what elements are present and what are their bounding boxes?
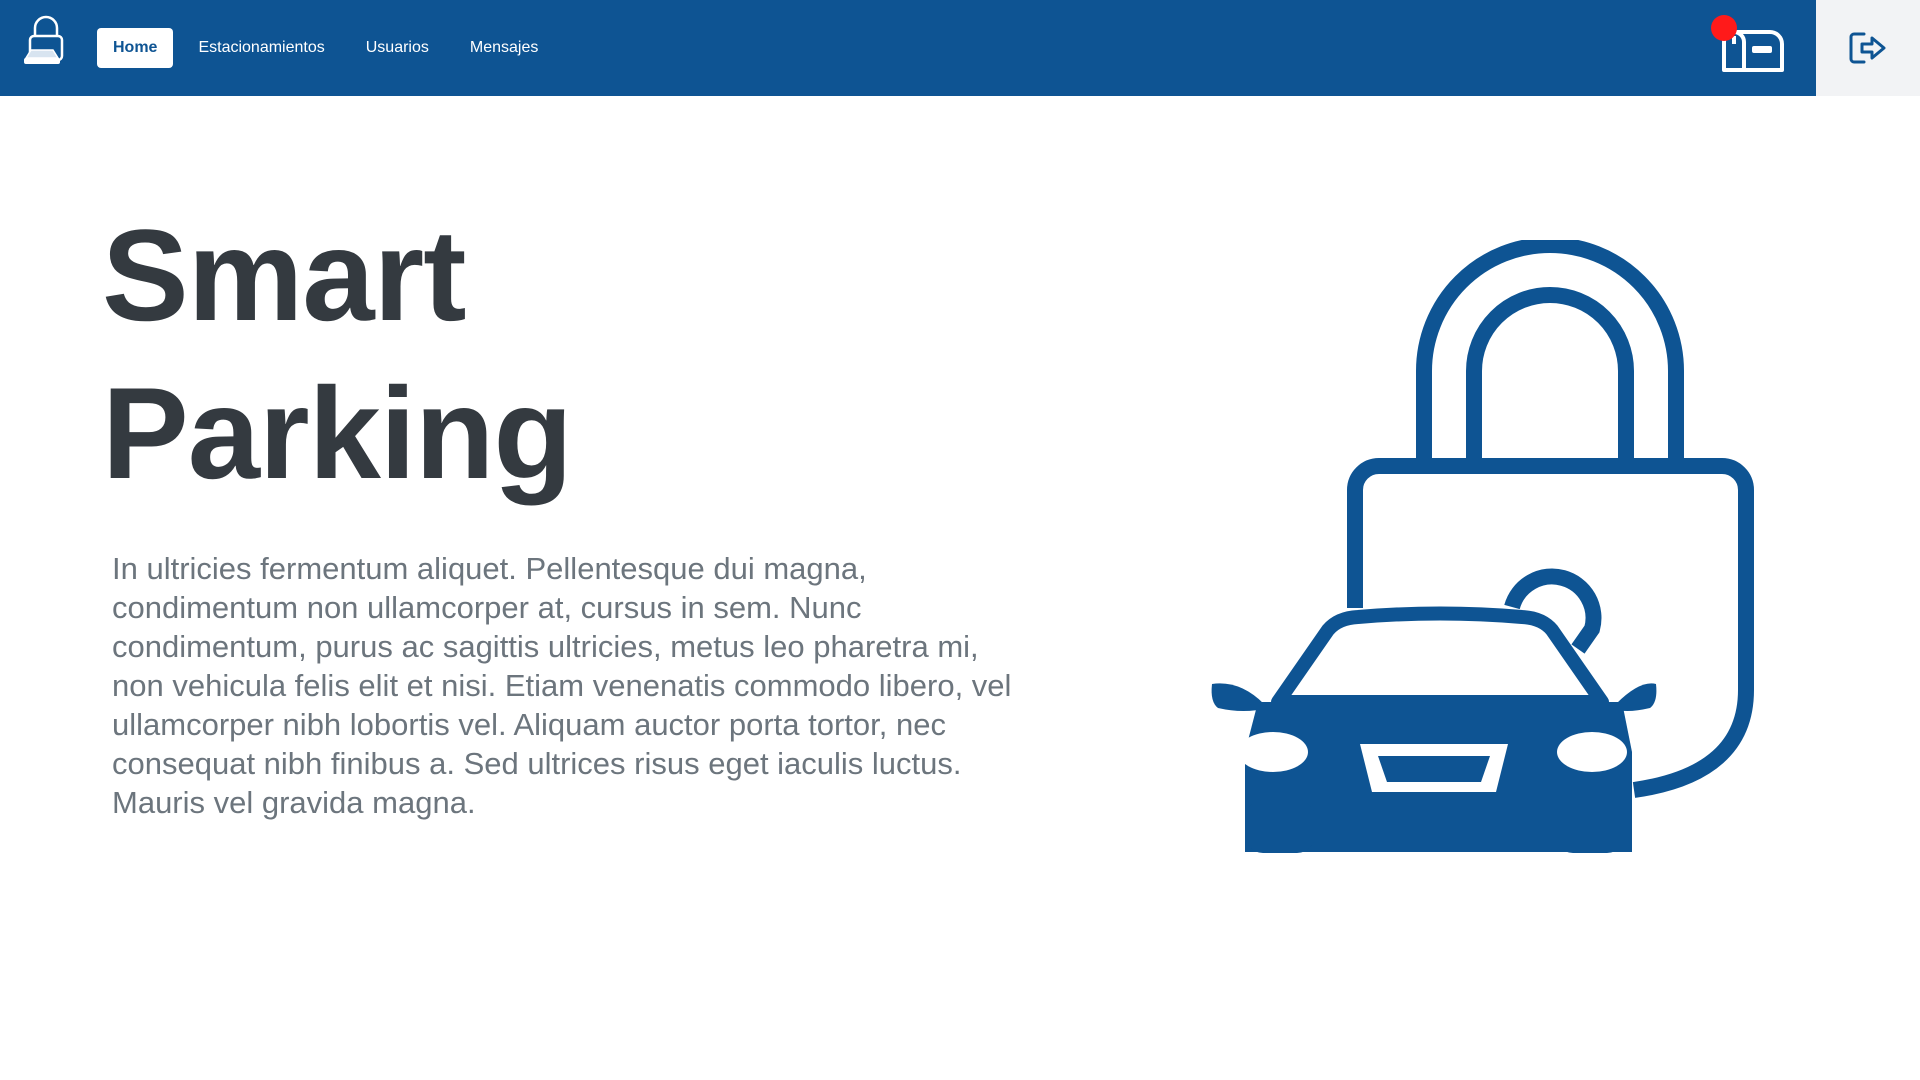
notification-dot bbox=[1711, 15, 1737, 41]
logout-button[interactable] bbox=[1816, 0, 1920, 96]
padlock-car-logo-icon[interactable] bbox=[20, 14, 72, 68]
nav-item-home[interactable]: Home bbox=[97, 28, 174, 68]
top-navbar: Home Estacionamientos Usuarios Mensajes bbox=[0, 0, 1920, 96]
nav-item-mensajes[interactable]: Mensajes bbox=[454, 28, 554, 68]
nav-item-estacionamientos[interactable]: Estacionamientos bbox=[182, 28, 340, 68]
hero-description: In ultricies fermentum aliquet. Pellente… bbox=[112, 551, 1012, 820]
nav-menu: Home Estacionamientos Usuarios Mensajes bbox=[97, 28, 563, 68]
page-title: Smart Parking bbox=[102, 202, 573, 506]
padlock-car-icon bbox=[1211, 240, 1754, 853]
nav-item-usuarios[interactable]: Usuarios bbox=[350, 28, 445, 68]
logout-icon bbox=[1849, 32, 1886, 64]
